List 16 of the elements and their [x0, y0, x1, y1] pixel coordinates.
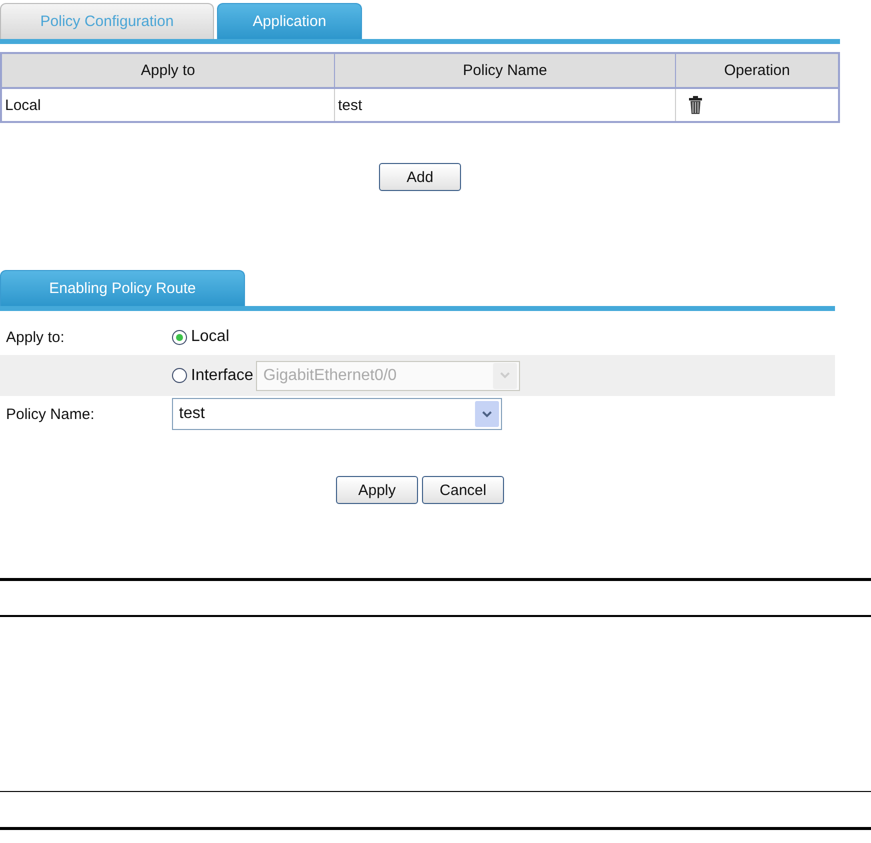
- radio-option[interactable]: Local: [172, 328, 230, 346]
- field-label: Apply to:: [5, 328, 66, 346]
- radio-option[interactable]: Interface: [172, 366, 254, 384]
- policy-name-dropdown[interactable]: test: [172, 398, 502, 430]
- cancel-button[interactable]: Cancel: [422, 476, 504, 504]
- table-cell: test: [334, 88, 676, 122]
- field-label: Policy Name:: [5, 406, 96, 422]
- table-cell: Local: [1, 88, 334, 122]
- column-header: Policy Name: [334, 53, 676, 88]
- chevron-down-icon: [482, 410, 492, 418]
- chevron-down-icon: [500, 372, 510, 379]
- apply-button[interactable]: Apply: [336, 476, 418, 504]
- column-header: Operation: [676, 53, 839, 88]
- column-header: Apply to: [1, 53, 334, 88]
- trash-icon[interactable]: [689, 96, 702, 114]
- add-button[interactable]: Add: [379, 163, 461, 191]
